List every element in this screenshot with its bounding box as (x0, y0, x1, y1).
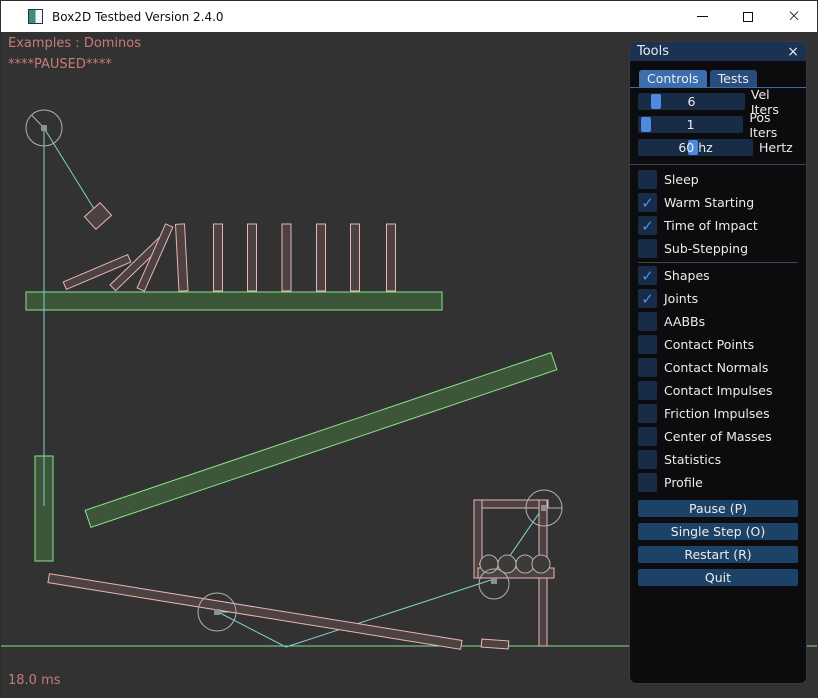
friction-impulses-checkbox[interactable] (638, 404, 657, 423)
maximize-button[interactable] (725, 1, 771, 32)
check-row-time-of-impact: ✓ Time of Impact (638, 216, 798, 235)
pos-iters-slider[interactable]: 1 (638, 116, 743, 133)
close-icon: × (787, 8, 801, 25)
contact-points-label: Contact Points (664, 337, 754, 352)
check-row-shapes: ✓ Shapes (638, 266, 798, 285)
slider-group: 6 Vel Iters 1 Pos Iters 60 hz Hertz (630, 88, 806, 156)
statistics-label: Statistics (664, 452, 721, 467)
check-row-statistics: Statistics (638, 450, 798, 469)
warm-starting-checkbox[interactable]: ✓ (638, 193, 657, 212)
dominoes-upright (175, 224, 395, 291)
close-button[interactable]: × (771, 1, 817, 32)
aabbs-checkbox[interactable] (638, 312, 657, 331)
frame-time-label: 18.0 ms (8, 673, 61, 688)
check-row-sleep: Sleep (638, 170, 798, 189)
check-row-sub-stepping: Sub-Stepping (638, 239, 798, 258)
contact-normals-label: Contact Normals (664, 360, 768, 375)
minimize-button[interactable] (679, 1, 725, 32)
restart-button[interactable]: Restart (R) (638, 546, 798, 563)
joints-label: Joints (664, 291, 698, 306)
slider-row-vel-iters: 6 Vel Iters (638, 93, 798, 110)
domino-platform (26, 292, 442, 310)
pendulum-box (85, 203, 112, 230)
contact-normals-checkbox[interactable] (638, 358, 657, 377)
tools-panel-title: Tools (637, 44, 669, 59)
dominoes-fallen (63, 224, 173, 291)
check-row-contact-impulses: Contact Impulses (638, 381, 798, 400)
time-of-impact-label: Time of Impact (664, 218, 758, 233)
warm-starting-label: Warm Starting (664, 195, 754, 210)
shapes-checkbox[interactable]: ✓ (638, 266, 657, 285)
tools-tabbar: Controls Tests (630, 61, 806, 88)
window-titlebar: Box2D Testbed Version 2.4.0 × (1, 1, 817, 32)
statistics-checkbox[interactable] (638, 450, 657, 469)
seesaw-plank (48, 574, 462, 650)
pause-button[interactable]: Pause (P) (638, 500, 798, 517)
friction-impulses-label: Friction Impulses (664, 406, 770, 421)
vel-iters-slider[interactable]: 6 (638, 93, 745, 110)
sub-stepping-label: Sub-Stepping (664, 241, 748, 256)
joints-checkbox[interactable]: ✓ (638, 289, 657, 308)
aabbs-label: AABBs (664, 314, 705, 329)
check-row-friction-impulses: Friction Impulses (638, 404, 798, 423)
check-row-profile: Profile (638, 473, 798, 492)
single-step-button[interactable]: Single Step (O) (638, 523, 798, 540)
sub-stepping-checkbox[interactable] (638, 239, 657, 258)
contact-impulses-checkbox[interactable] (638, 381, 657, 400)
tab-tests[interactable]: Tests (710, 70, 757, 87)
separator (638, 262, 798, 263)
checkbox-group-solver: Sleep ✓ Warm Starting ✓ Time of Impact S… (630, 165, 806, 492)
check-row-contact-points: Contact Points (638, 335, 798, 354)
vel-iters-value: 6 (638, 93, 745, 110)
contact-impulses-label: Contact Impulses (664, 383, 773, 398)
example-label: Examples : Dominos (8, 36, 141, 51)
slider-row-hertz: 60 hz Hertz (638, 139, 798, 156)
minimize-icon (697, 16, 708, 17)
hertz-value: 60 hz (638, 139, 753, 156)
ground-box (481, 639, 508, 649)
quit-button[interactable]: Quit (638, 569, 798, 586)
hertz-label: Hertz (759, 140, 793, 155)
slider-row-pos-iters: 1 Pos Iters (638, 116, 798, 133)
center-of-masses-checkbox[interactable] (638, 427, 657, 446)
sleep-checkbox[interactable] (638, 170, 657, 189)
window-title: Box2D Testbed Version 2.4.0 (52, 10, 224, 24)
profile-checkbox[interactable] (638, 473, 657, 492)
panel-buttons: Pause (P) Single Step (O) Restart (R) Qu… (630, 496, 806, 586)
pos-iters-value: 1 (638, 116, 743, 133)
sleep-label: Sleep (664, 172, 699, 187)
check-row-warm-starting: ✓ Warm Starting (638, 193, 798, 212)
hertz-slider[interactable]: 60 hz (638, 139, 753, 156)
pos-iters-label: Pos Iters (749, 110, 798, 140)
app-window: Box2D Testbed Version 2.4.0 × (0, 0, 818, 698)
contact-points-checkbox[interactable] (638, 335, 657, 354)
check-row-center-of-masses: Center of Masses (638, 427, 798, 446)
tools-panel: Tools × Controls Tests 6 Vel Iters 1 Pos… (629, 41, 807, 684)
time-of-impact-checkbox[interactable]: ✓ (638, 216, 657, 235)
check-row-joints: ✓ Joints (638, 289, 798, 308)
paused-label: ****PAUSED**** (8, 57, 112, 72)
check-row-aabbs: AABBs (638, 312, 798, 331)
center-of-masses-label: Center of Masses (664, 429, 772, 444)
app-icon (28, 9, 43, 24)
profile-label: Profile (664, 475, 703, 490)
check-row-contact-normals: Contact Normals (638, 358, 798, 377)
maximize-icon (743, 12, 753, 22)
shapes-label: Shapes (664, 268, 710, 283)
tools-close-icon[interactable]: × (787, 45, 799, 59)
tab-controls[interactable]: Controls (639, 70, 707, 87)
tools-panel-titlebar[interactable]: Tools × (630, 42, 806, 61)
